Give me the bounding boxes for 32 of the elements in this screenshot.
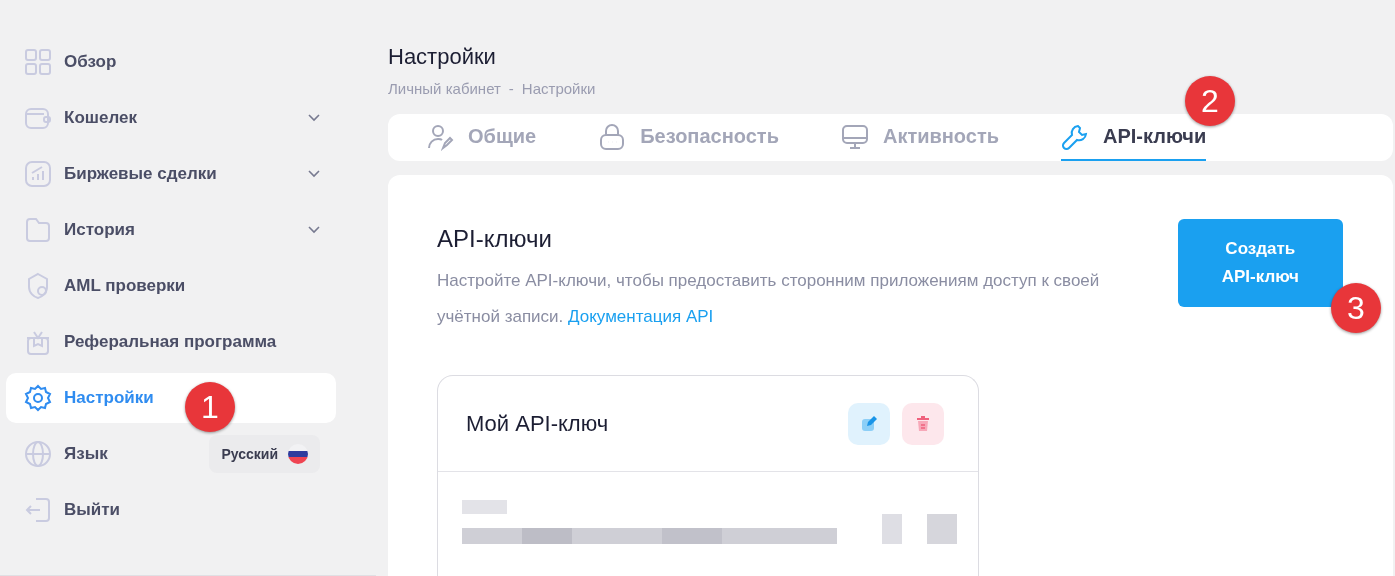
gear-icon (24, 384, 52, 412)
breadcrumb-item: - (508, 80, 514, 97)
sidebar-item[interactable]: Язык Русский (6, 429, 336, 479)
chevron-down-icon (308, 170, 320, 178)
key-name: Мой API-ключ (466, 410, 610, 437)
sidebar-item[interactable]: Биржевые сделки (6, 149, 336, 199)
sidebar-item[interactable]: AML проверки (6, 261, 336, 311)
sidebar-item[interactable]: История (6, 205, 336, 255)
pencil-icon (859, 413, 879, 434)
page-title: Настройки (388, 44, 497, 70)
section-description: Настройте API-ключи, чтобы предоставить сторонним приложениям доступ к своей учётной записи. Документация API (437, 270, 1101, 328)
logout-icon (24, 496, 52, 524)
wrench-icon (1061, 122, 1090, 151)
flag-icon (288, 444, 308, 464)
delete-button[interactable] (902, 402, 944, 445)
chevron-down-icon (308, 226, 320, 234)
sidebar-item[interactable]: Обзор (6, 37, 336, 87)
step-marker: 2 (1185, 76, 1235, 126)
language-selector[interactable]: Русский (209, 435, 320, 473)
sidebar-item[interactable]: Реферальная программа (6, 317, 336, 367)
folder-icon (24, 216, 52, 244)
section-title: API-ключи (437, 225, 553, 253)
sidebar-item[interactable]: Выйти (6, 485, 336, 535)
chevron-down-icon (308, 114, 320, 122)
lock-icon (598, 122, 627, 151)
edit-button[interactable] (848, 402, 890, 445)
globe-icon (24, 440, 52, 468)
monitor-icon (840, 122, 869, 151)
user-icon (426, 122, 454, 151)
chart-icon (24, 160, 52, 188)
sidebar-item[interactable]: Кошелек (6, 93, 336, 143)
grid-icon (24, 48, 52, 76)
